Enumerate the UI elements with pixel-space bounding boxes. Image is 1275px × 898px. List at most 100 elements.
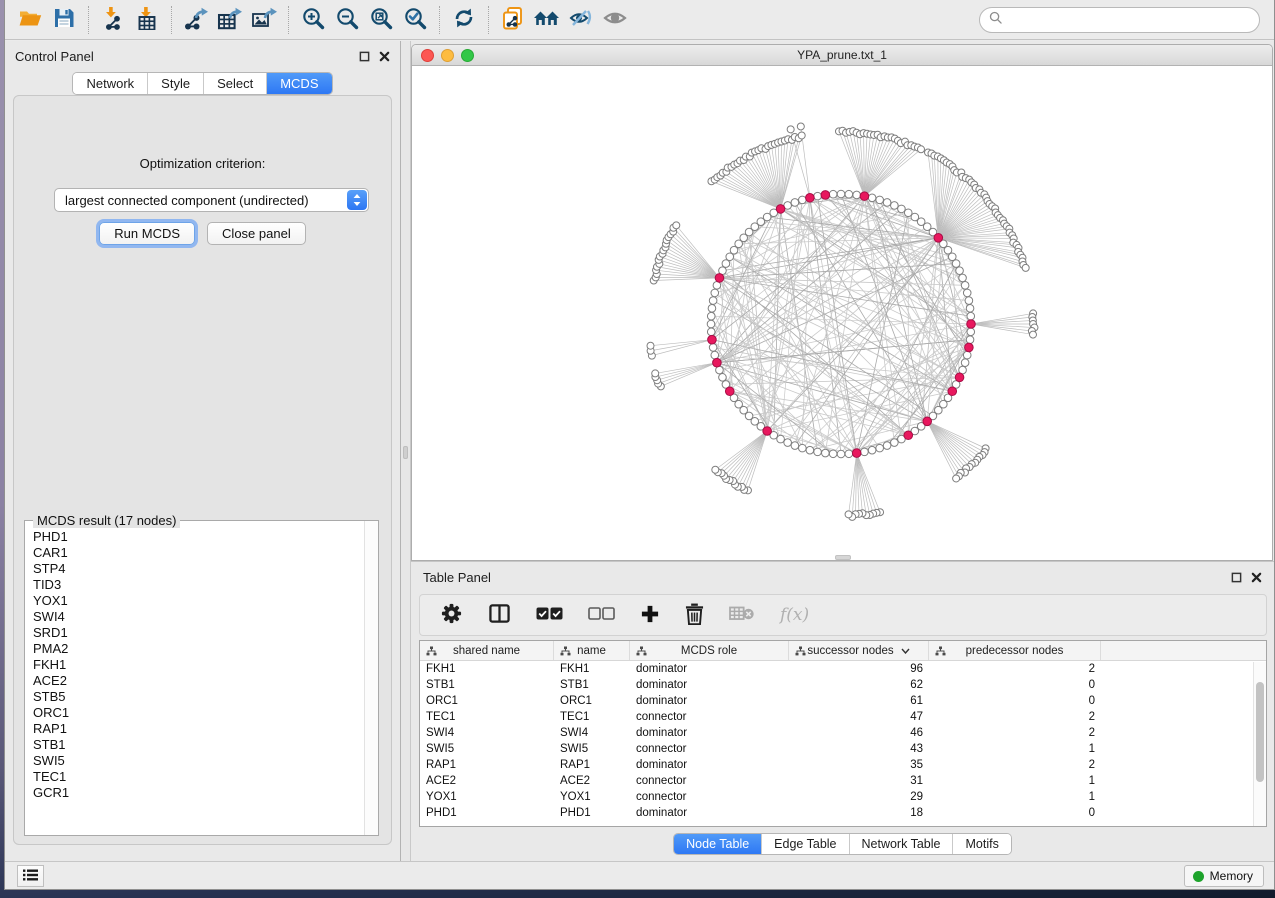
table-row[interactable]: FKH1FKH1dominator962 (420, 661, 1266, 677)
sort-desc-icon (901, 645, 910, 657)
mcds-result-item[interactable]: STP4 (33, 561, 364, 577)
mcds-result-item[interactable]: YOX1 (33, 593, 364, 609)
zoom-selected-button[interactable] (398, 4, 432, 36)
tab-network[interactable]: Network (73, 73, 148, 94)
mcds-result-item[interactable]: GCR1 (33, 785, 364, 801)
mcds-result-item[interactable]: TID3 (33, 577, 364, 593)
mcds-result-item[interactable]: PMA2 (33, 641, 364, 657)
export-image-button[interactable] (247, 4, 281, 36)
search-box[interactable] (979, 7, 1260, 33)
mcds-result-item[interactable]: STB1 (33, 737, 364, 753)
mcds-result-item[interactable]: CAR1 (33, 545, 364, 561)
table-cell: STB1 (554, 677, 630, 693)
control-panel-tabs: NetworkStyleSelectMCDS (72, 72, 332, 95)
float-panel-icon[interactable] (359, 49, 370, 67)
clone-network-button[interactable] (496, 4, 530, 36)
import-table-button[interactable] (130, 4, 164, 36)
horizontal-splitter-grip[interactable] (835, 555, 851, 560)
vertical-splitter[interactable] (401, 41, 411, 861)
close-panel-button[interactable]: Close panel (207, 222, 306, 245)
dropdown-stepper-icon (347, 190, 367, 210)
column-header-MCDS-role[interactable]: MCDS role (630, 641, 789, 660)
zoom-out-button[interactable] (330, 4, 364, 36)
mcds-result-item[interactable]: SRD1 (33, 625, 364, 641)
hide-selected-button[interactable] (564, 4, 598, 36)
refresh-layout-button[interactable] (447, 4, 481, 36)
tab-motifs[interactable]: Motifs (953, 834, 1010, 854)
zoom-in-button[interactable] (296, 4, 330, 36)
table-row[interactable]: STB1STB1dominator620 (420, 677, 1266, 693)
first-neighbors-button[interactable] (530, 4, 564, 36)
table-row[interactable]: SWI4SWI4dominator462 (420, 725, 1266, 741)
show-all-icon (602, 7, 628, 32)
table-row[interactable]: RAP1RAP1dominator352 (420, 757, 1266, 773)
column-header-name[interactable]: name (554, 641, 630, 660)
tab-edge-table[interactable]: Edge Table (762, 834, 849, 854)
mcds-result-item[interactable]: PHD1 (33, 529, 364, 545)
tab-node-table[interactable]: Node Table (674, 834, 762, 854)
deselect-all-button[interactable] (588, 607, 615, 624)
optimization-criterion-dropdown[interactable]: largest connected component (undirected) (54, 188, 369, 212)
delete-table-icon (729, 605, 755, 625)
save-session-button[interactable] (47, 4, 81, 36)
export-network-button[interactable] (179, 4, 213, 36)
columns-button[interactable] (488, 603, 511, 627)
column-header-shared-name[interactable]: shared name (420, 641, 554, 660)
select-all-button[interactable] (536, 607, 563, 624)
mcds-result-item[interactable]: ACE2 (33, 673, 364, 689)
tab-network-table[interactable]: Network Table (850, 834, 954, 854)
export-table-button[interactable] (213, 4, 247, 36)
table-cell: SWI4 (420, 725, 554, 741)
table-row[interactable]: ORC1ORC1dominator610 (420, 693, 1266, 709)
table-cell: 1 (929, 741, 1101, 757)
table-cell: YOX1 (420, 789, 554, 805)
table-cell: 2 (929, 709, 1101, 725)
open-file-button[interactable] (13, 4, 47, 36)
splitter-grip[interactable] (403, 446, 408, 459)
memory-button[interactable]: Memory (1184, 865, 1264, 887)
mcds-result-group: MCDS result (17 nodes) PHD1CAR1STP4TID3Y… (24, 520, 379, 836)
float-panel-icon[interactable] (1231, 570, 1242, 588)
network-window-titlebar[interactable]: YPA_prune.txt_1 (412, 45, 1272, 66)
mcds-result-list[interactable]: PHD1CAR1STP4TID3YOX1SWI4SRD1PMA2FKH1ACE2… (26, 527, 364, 834)
first-neighbors-icon (533, 7, 561, 32)
network-canvas[interactable] (412, 66, 1272, 560)
table-cell: dominator (630, 725, 789, 741)
window-minimize-button[interactable] (441, 49, 454, 62)
tab-style[interactable]: Style (148, 73, 204, 94)
column-label: shared name (453, 645, 520, 657)
mcds-result-item[interactable]: TEC1 (33, 769, 364, 785)
add-row-button[interactable] (640, 604, 660, 627)
search-input[interactable] (1008, 13, 1259, 27)
table-row[interactable]: PHD1PHD1dominator180 (420, 805, 1266, 821)
table-cell: RAP1 (420, 757, 554, 773)
gear-button[interactable] (440, 602, 463, 628)
show-panels-button[interactable] (17, 865, 44, 887)
mcds-result-item[interactable]: ORC1 (33, 705, 364, 721)
tab-select[interactable]: Select (204, 73, 267, 94)
close-panel-icon[interactable] (1251, 570, 1262, 588)
delete-row-button[interactable] (685, 603, 704, 628)
table-row[interactable]: YOX1YOX1connector291 (420, 789, 1266, 805)
mcds-result-item[interactable]: SWI4 (33, 609, 364, 625)
tab-mcds[interactable]: MCDS (267, 73, 331, 94)
import-network-button[interactable] (96, 4, 130, 36)
mcds-result-scrollbar[interactable] (364, 521, 378, 835)
mcds-result-item[interactable]: FKH1 (33, 657, 364, 673)
mcds-result-item[interactable]: SWI5 (33, 753, 364, 769)
show-all-button[interactable] (598, 4, 632, 36)
table-scrollbar[interactable] (1253, 662, 1266, 826)
zoom-fit-button[interactable] (364, 4, 398, 36)
run-mcds-button[interactable]: Run MCDS (99, 222, 195, 245)
mcds-result-item[interactable]: RAP1 (33, 721, 364, 737)
mcds-result-item[interactable]: STB5 (33, 689, 364, 705)
table-scrollbar-thumb[interactable] (1256, 682, 1264, 782)
window-zoom-button[interactable] (461, 49, 474, 62)
table-row[interactable]: TEC1TEC1connector472 (420, 709, 1266, 725)
table-row[interactable]: SWI5SWI5connector431 (420, 741, 1266, 757)
table-row[interactable]: ACE2ACE2connector311 (420, 773, 1266, 789)
window-close-button[interactable] (421, 49, 434, 62)
column-header-predecessor-nodes[interactable]: predecessor nodes (929, 641, 1101, 660)
column-header-successor-nodes[interactable]: successor nodes (789, 641, 929, 660)
close-panel-icon[interactable] (379, 49, 390, 67)
